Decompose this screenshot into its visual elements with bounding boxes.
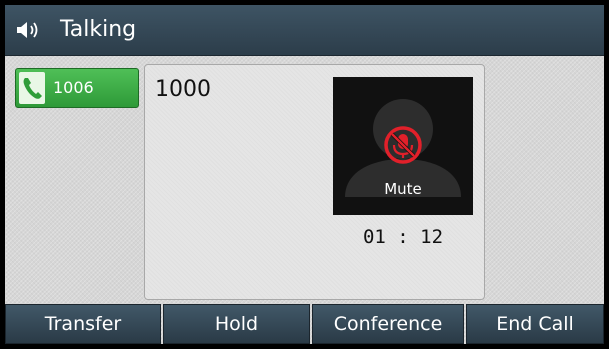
call-info-panel: 1000 Mute 01 : 12 bbox=[144, 64, 485, 300]
phone-screen: Talking 1006 1000 Mute 01: 12 Transfer … bbox=[5, 5, 604, 344]
microphone-muted-icon bbox=[384, 126, 422, 164]
line-key-1006[interactable]: 1006 bbox=[15, 68, 139, 108]
mute-status-label: Mute bbox=[384, 180, 422, 198]
conference-button[interactable]: Conference bbox=[312, 304, 464, 344]
end-call-button[interactable]: End Call bbox=[466, 304, 604, 344]
callee-number: 1000 bbox=[155, 77, 211, 102]
line-key-label: 1006 bbox=[53, 78, 94, 97]
contact-avatar: Mute bbox=[333, 77, 473, 215]
call-state-title: Talking bbox=[60, 17, 137, 42]
line-badge bbox=[19, 72, 45, 104]
status-bar: Talking bbox=[5, 5, 604, 56]
phone-handset-icon bbox=[23, 78, 42, 99]
speaker-icon bbox=[17, 22, 38, 38]
softkey-bar: Transfer Hold Conference End Call bbox=[5, 304, 604, 344]
transfer-button[interactable]: Transfer bbox=[5, 304, 161, 344]
hold-button[interactable]: Hold bbox=[163, 304, 310, 344]
call-duration: 01 : 12 bbox=[362, 226, 444, 248]
